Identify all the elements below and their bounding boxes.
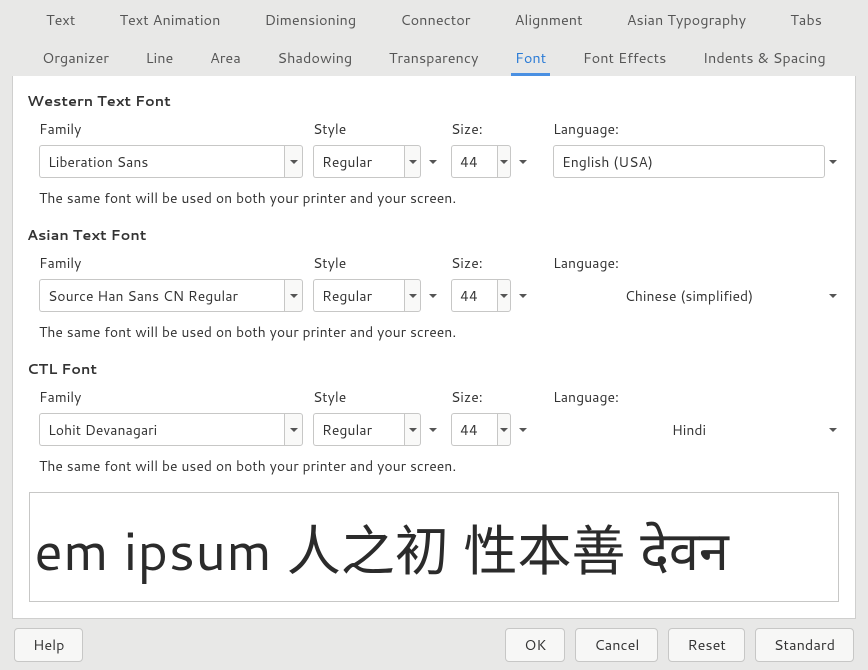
tab-font-effects[interactable]: Font Effects: [571, 38, 678, 76]
label-family: Family: [39, 119, 303, 139]
chevron-down-icon[interactable]: [404, 413, 421, 446]
section-title-western: Western Text Font: [27, 90, 841, 111]
inputs-row-asian: Chinese (simplified): [39, 279, 841, 312]
chevron-down-icon[interactable]: [515, 413, 531, 446]
label-family: Family: [39, 253, 303, 273]
inputs-row-western: English (USA): [39, 145, 841, 178]
chevron-down-icon[interactable]: [284, 145, 303, 178]
style-input-asian[interactable]: [313, 279, 404, 312]
reset-button[interactable]: Reset: [668, 628, 744, 662]
label-size: Size:: [451, 119, 543, 139]
tab-indents-spacing[interactable]: Indents & Spacing: [691, 38, 838, 76]
chevron-down-icon[interactable]: [497, 413, 511, 446]
style-combo-asian[interactable]: [313, 279, 421, 312]
labels-row-asian: Family Style Size: Language:: [39, 253, 841, 273]
style-combo-ctl[interactable]: [313, 413, 421, 446]
chevron-down-icon[interactable]: [825, 145, 841, 178]
family-input-western[interactable]: [39, 145, 284, 178]
style-input-western[interactable]: [313, 145, 404, 178]
chevron-down-icon[interactable]: [425, 145, 441, 178]
hint-text-asian: The same font will be used on both your …: [39, 322, 841, 342]
label-size: Size:: [451, 387, 543, 407]
ok-button[interactable]: OK: [505, 628, 565, 662]
size-input-western[interactable]: [451, 145, 497, 178]
chevron-down-icon[interactable]: [425, 279, 441, 312]
chevron-down-icon[interactable]: [425, 413, 441, 446]
tab-area[interactable]: Area: [198, 38, 253, 76]
label-language: Language:: [553, 253, 841, 273]
tab-row-2: Organizer Line Area Shadowing Transparency Fo…: [12, 38, 856, 76]
labels-row-ctl: Family Style Size: Language:: [39, 387, 841, 407]
style-combo-western[interactable]: [313, 145, 421, 178]
size-combo-western[interactable]: [451, 145, 511, 178]
font-preview: em ipsum 人之初 性本善 देवन: [29, 492, 839, 602]
style-input-ctl[interactable]: [313, 413, 404, 446]
chevron-down-icon[interactable]: [825, 279, 841, 312]
tab-font[interactable]: Font: [503, 38, 558, 76]
label-language: Language:: [553, 387, 841, 407]
family-combo-asian[interactable]: [39, 279, 303, 312]
chevron-down-icon[interactable]: [497, 279, 511, 312]
help-button[interactable]: Help: [14, 628, 83, 662]
tab-asian-typography[interactable]: Asian Typography: [615, 0, 758, 38]
language-combo-asian[interactable]: Chinese (simplified): [553, 279, 825, 312]
label-style: Style: [313, 387, 441, 407]
size-combo-asian[interactable]: [451, 279, 511, 312]
tab-alignment[interactable]: Alignment: [503, 0, 595, 38]
chevron-down-icon[interactable]: [284, 279, 303, 312]
tab-transparency[interactable]: Transparency: [377, 38, 491, 76]
tab-line[interactable]: Line: [134, 38, 186, 76]
chevron-down-icon[interactable]: [284, 413, 303, 446]
chevron-down-icon[interactable]: [825, 413, 841, 446]
family-combo-western[interactable]: [39, 145, 303, 178]
label-family: Family: [39, 387, 303, 407]
inputs-row-ctl: Hindi: [39, 413, 841, 446]
tab-connector[interactable]: Connector: [388, 0, 482, 38]
label-style: Style: [313, 119, 441, 139]
chevron-down-icon[interactable]: [497, 145, 511, 178]
chevron-down-icon[interactable]: [404, 279, 421, 312]
label-language: Language:: [553, 119, 841, 139]
language-combo-western[interactable]: English (USA): [553, 145, 825, 178]
tab-text[interactable]: Text: [34, 0, 87, 38]
tab-dimensioning[interactable]: Dimensioning: [253, 0, 369, 38]
label-style: Style: [313, 253, 441, 273]
family-combo-ctl[interactable]: [39, 413, 303, 446]
cancel-button[interactable]: Cancel: [575, 628, 658, 662]
chevron-down-icon[interactable]: [515, 145, 531, 178]
tab-text-animation[interactable]: Text Animation: [107, 0, 232, 38]
tab-shadowing[interactable]: Shadowing: [265, 38, 364, 76]
labels-row-western: Family Style Size: Language:: [39, 119, 841, 139]
tab-row-1: Text Text Animation Dimensioning Connector A…: [12, 0, 856, 38]
hint-text-western: The same font will be used on both your …: [39, 188, 841, 208]
size-input-ctl[interactable]: [451, 413, 497, 446]
section-title-ctl: CTL Font: [27, 358, 841, 379]
hint-text-ctl: The same font will be used on both your …: [39, 456, 841, 476]
label-size: Size:: [451, 253, 543, 273]
family-input-ctl[interactable]: [39, 413, 284, 446]
standard-button[interactable]: Standard: [755, 628, 854, 662]
language-combo-ctl[interactable]: Hindi: [553, 413, 825, 446]
tab-tabs[interactable]: Tabs: [778, 0, 834, 38]
family-input-asian[interactable]: [39, 279, 284, 312]
chevron-down-icon[interactable]: [515, 279, 531, 312]
preview-text: em ipsum 人之初 性本善 देवन: [34, 507, 729, 588]
size-input-asian[interactable]: [451, 279, 497, 312]
tab-organizer[interactable]: Organizer: [30, 38, 121, 76]
section-title-asian: Asian Text Font: [27, 224, 841, 245]
size-combo-ctl[interactable]: [451, 413, 511, 446]
chevron-down-icon[interactable]: [404, 145, 421, 178]
